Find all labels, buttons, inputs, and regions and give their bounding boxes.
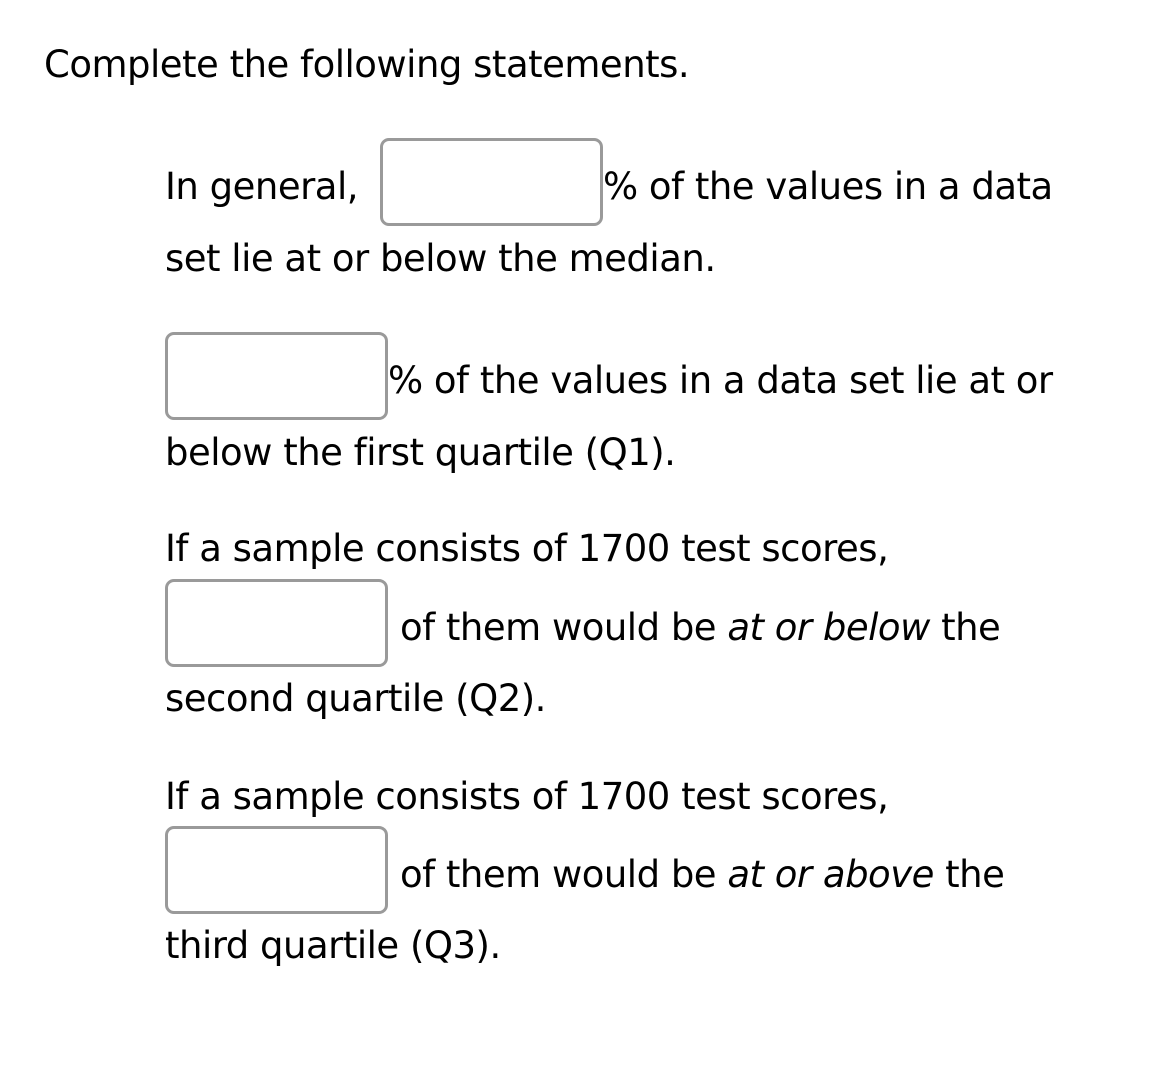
statement-3-suffix-post: the (929, 606, 1001, 649)
statement-1-line2: set lie at or below the median. (165, 237, 716, 280)
statement-4-line2: third quartile (Q3). (165, 924, 501, 967)
q3-count-input[interactable] (165, 826, 388, 914)
statement-4-suffix-post: the (933, 853, 1005, 896)
statement-3-suffix-pre: of them would be (400, 606, 728, 649)
statement-2-suffix: % of the values in a data set lie at or (388, 359, 1053, 402)
statement-4-suffix: of them would be at or above the (400, 853, 1005, 896)
statement-1-suffix: % of the values in a data (603, 165, 1053, 208)
median-percent-input[interactable] (380, 138, 603, 226)
statement-4-intro: If a sample consists of 1700 test scores… (165, 775, 889, 818)
statement-3-suffix: of them would be at or below the (400, 606, 1001, 649)
statement-2-line2: below the first quartile (Q1). (165, 431, 676, 474)
statement-4-suffix-pre: of them would be (400, 853, 728, 896)
statement-3-line2: second quartile (Q2). (165, 677, 546, 720)
q2-count-input[interactable] (165, 579, 388, 667)
statement-3-intro: If a sample consists of 1700 test scores… (165, 527, 889, 570)
statement-4-emphasis: at or above (727, 853, 934, 896)
statement-1-prefix: In general, (165, 165, 359, 208)
q1-percent-input[interactable] (165, 332, 388, 420)
statement-3-emphasis: at or below (727, 606, 930, 649)
page-title: Complete the following statements. (44, 43, 690, 86)
